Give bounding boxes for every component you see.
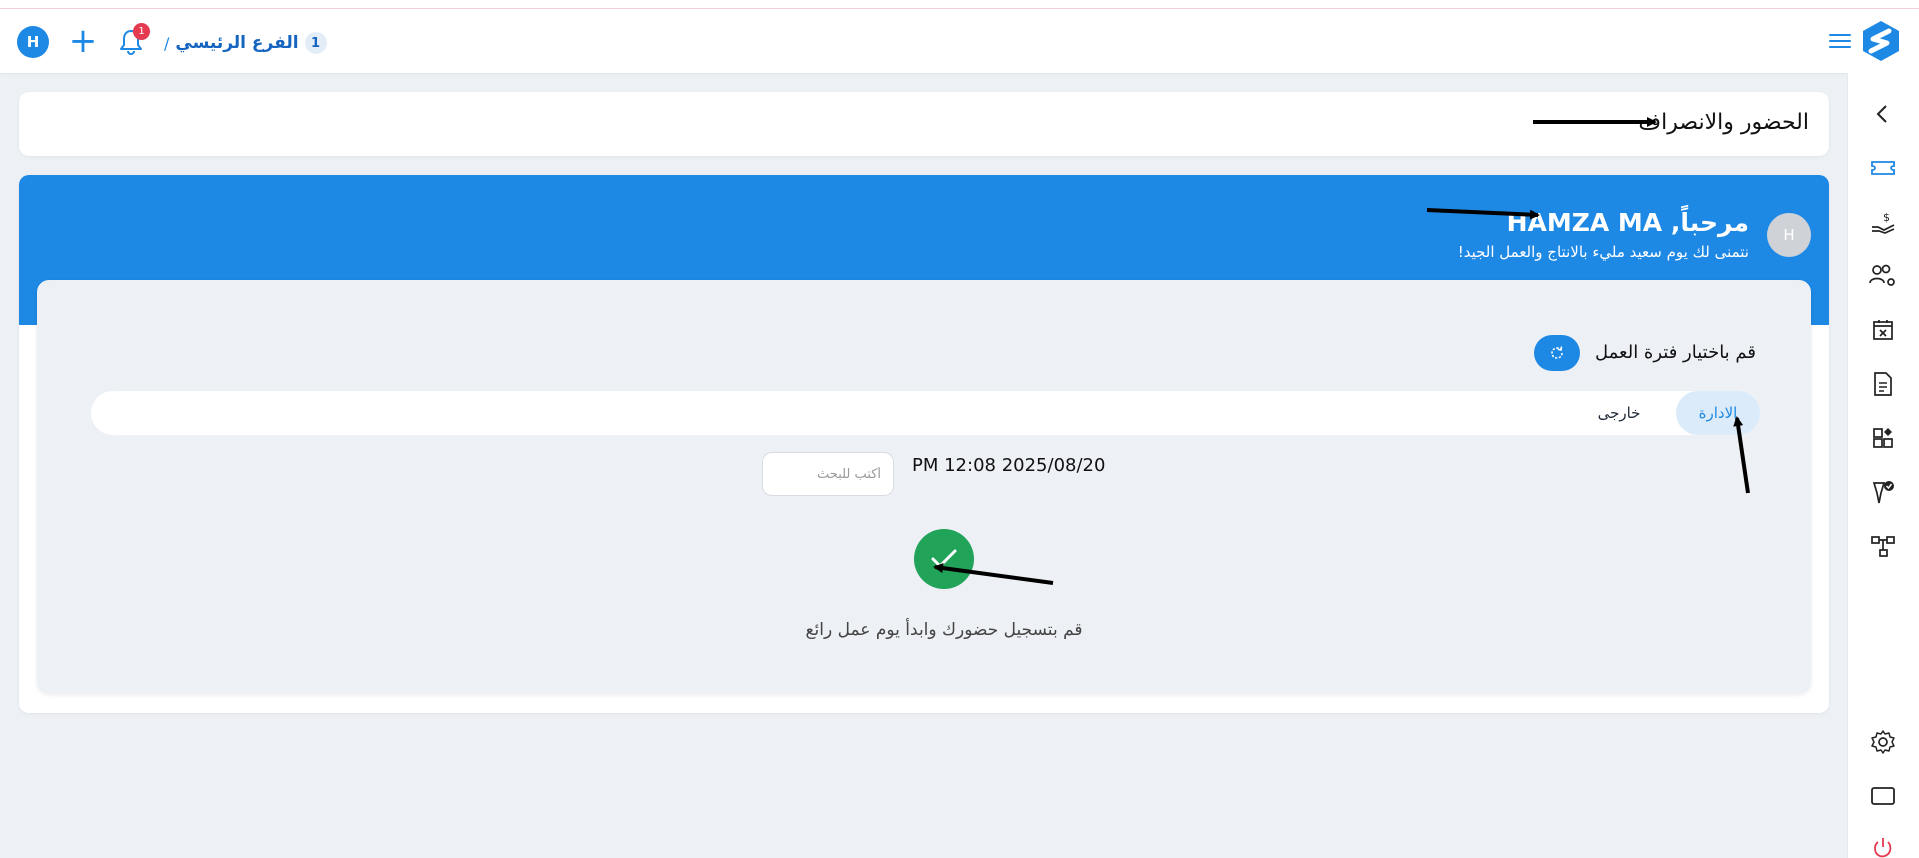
branch-name-link[interactable]: الفرع الرئيسي <box>175 33 298 53</box>
branch-number-badge: 1 <box>304 32 327 54</box>
top-bar: H + 1 / الفرع الرئيسي 1 <box>0 9 1919 73</box>
approval-pen-icon[interactable] <box>1868 477 1898 507</box>
hierarchy-icon[interactable] <box>1868 531 1898 561</box>
check-icon <box>931 549 957 568</box>
settings-gear-icon[interactable] <box>1868 727 1898 757</box>
tab-external[interactable]: خارجى <box>1584 391 1654 435</box>
apps-grid-icon[interactable] <box>1868 423 1898 453</box>
shift-select-label: قم باختيار فترة العمل <box>1594 342 1756 363</box>
current-datetime: PM 12:08 2025/08/20 <box>912 455 1106 476</box>
tab-administration[interactable]: الادارة <box>1676 391 1760 435</box>
top-accent-line <box>0 0 1919 9</box>
power-icon[interactable] <box>1868 833 1898 858</box>
sidebar: $ <box>1847 73 1919 858</box>
checkin-message: قم بتسجيل حضورك وابدأ يوم عمل رائع <box>805 620 1083 640</box>
report-document-icon[interactable] <box>1868 369 1898 399</box>
search-input[interactable] <box>762 452 894 496</box>
welcome-subtitle: نتمنى لك يوم سعيد مليء بالانتاج والعمل ا… <box>1457 243 1749 261</box>
svg-text:$: $ <box>1883 211 1890 224</box>
chevron-left-icon[interactable] <box>1868 99 1898 129</box>
welcome-avatar: H <box>1767 213 1811 257</box>
refresh-button[interactable] <box>1534 335 1580 371</box>
salary-hand-icon[interactable]: $ <box>1868 207 1898 237</box>
refresh-icon <box>1551 346 1563 359</box>
breadcrumb-separator: / <box>164 33 170 53</box>
calendar-x-icon[interactable] <box>1868 315 1898 345</box>
add-button[interactable]: + <box>68 24 98 58</box>
breadcrumb: / الفرع الرئيسي 1 <box>164 30 327 56</box>
welcome-greeting: مرحباً, HAMZA MA <box>1506 208 1749 237</box>
attendance-card: H مرحباً, HAMZA MA نتمنى لك يوم سعيد ملي… <box>19 175 1829 713</box>
user-avatar[interactable]: H <box>17 26 49 58</box>
notification-count-badge: 1 <box>133 23 150 40</box>
ticket-icon[interactable] <box>1868 153 1898 183</box>
checkin-panel: قم باختيار فترة العمل الادارة خارجى PM 1… <box>37 280 1811 694</box>
screen-icon[interactable] <box>1868 781 1898 811</box>
checkin-button[interactable] <box>914 529 974 589</box>
users-settings-icon[interactable] <box>1868 261 1898 291</box>
page-title-card: الحضور والانصراف <box>19 92 1829 156</box>
shift-tabs: الادارة خارجى <box>91 391 1760 435</box>
page-title: الحضور والانصراف <box>1638 110 1809 135</box>
app-logo <box>1859 19 1903 63</box>
menu-hamburger-icon[interactable] <box>1829 31 1851 51</box>
